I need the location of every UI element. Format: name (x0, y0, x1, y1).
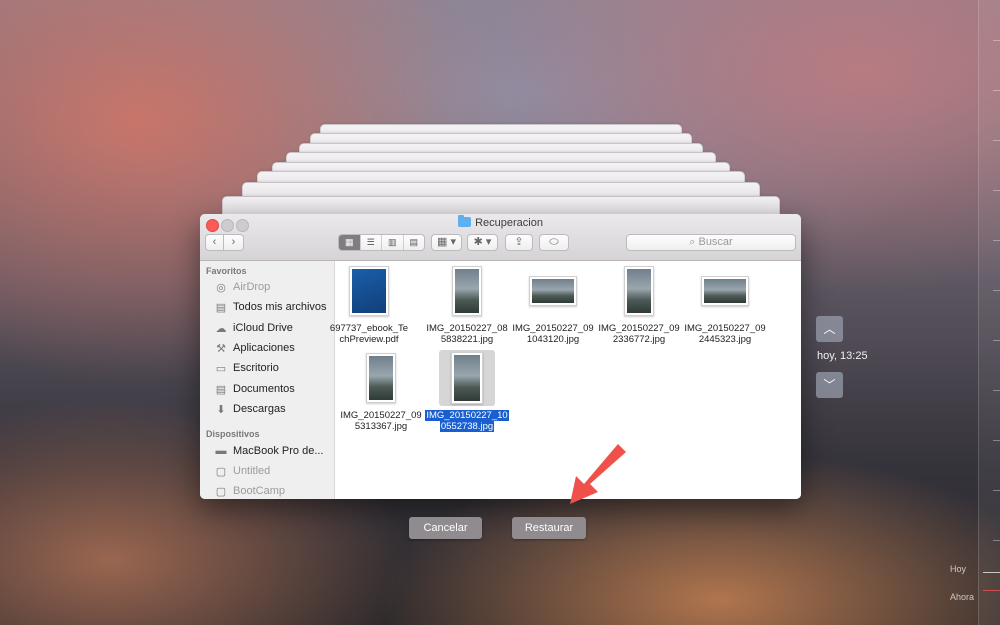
sidebar-item-downloads[interactable]: ⬇ Descargas (214, 400, 286, 418)
finder-window: Recuperacion ‹ › ▦ ☰ ▥ ▤ ▦ ▾ ✱ ▾ ⇪ ⬭ ⌕ B… (200, 214, 801, 499)
sidebar-item-untitled[interactable]: ▢ Untitled (214, 462, 271, 480)
image-icon (451, 352, 483, 404)
image-icon (529, 276, 577, 306)
window-title: Recuperacion (200, 215, 801, 229)
file-item[interactable]: IMG_20150227_09 1043120.jpg (509, 263, 597, 345)
all-files-icon: ▤ (215, 301, 227, 314)
desktop-icon: ▭ (215, 362, 227, 375)
file-thumbnail (439, 263, 495, 319)
sidebar-item-label: Todos mis archivos (233, 301, 327, 313)
image-icon (701, 276, 749, 306)
pointer-arrow-icon (570, 444, 626, 504)
file-name: 697737_ebook_Te chPreview.pdf (329, 323, 409, 345)
sidebar-item-desktop[interactable]: ▭ Escritorio (214, 359, 279, 377)
cloud-icon: ☁ (215, 322, 227, 335)
sidebar-item-label: Escritorio (233, 362, 279, 374)
list-view-icon[interactable]: ☰ (361, 235, 382, 250)
forward-button[interactable]: › (224, 234, 244, 251)
sidebar-heading-devices: Dispositivos (206, 429, 260, 439)
downloads-icon: ⬇ (216, 403, 226, 416)
file-item[interactable]: IMG_20150227_09 5313367.jpg (337, 350, 425, 432)
sidebar-item-label: MacBook Pro de... (233, 445, 324, 457)
file-item[interactable]: IMG_20150227_08 5838221.jpg (423, 263, 511, 345)
file-name: IMG_20150227_09 2445323.jpg (684, 323, 766, 345)
sidebar: Favoritos ◎ AirDrop ▤ Todos mis archivos ☁… (200, 261, 335, 499)
sidebar-item-all-files[interactable]: ▤ Todos mis archivos (214, 298, 327, 316)
file-thumbnail (353, 350, 409, 406)
sidebar-item-bootcamp[interactable]: ▢ BootCamp (214, 482, 285, 499)
file-name: IMG_20150227_08 5838221.jpg (426, 323, 508, 345)
sidebar-item-applications[interactable]: ⚒ Aplicaciones (214, 339, 295, 357)
file-thumbnail (341, 263, 397, 319)
file-item[interactable]: IMG_20150227_09 2336772.jpg (595, 263, 683, 345)
folder-icon (458, 215, 472, 227)
file-item-selected[interactable]: IMG_20150227_10 0552738.jpg (423, 350, 511, 432)
restore-button[interactable]: Restaurar (512, 517, 586, 539)
sidebar-item-documents[interactable]: ▤ Documentos (214, 380, 295, 398)
disk-icon: ▢ (215, 465, 227, 478)
timeline[interactable] (978, 0, 1000, 625)
icon-view-icon[interactable]: ▦ (339, 235, 361, 250)
cancel-button[interactable]: Cancelar (409, 517, 482, 539)
tags-button[interactable]: ⬭ (539, 234, 569, 251)
file-name: IMG_20150227_09 2336772.jpg (598, 323, 680, 345)
chevron-up-icon[interactable]: ︿ (816, 316, 843, 342)
image-icon (366, 353, 396, 403)
file-thumbnail (697, 263, 753, 319)
coverflow-view-icon[interactable]: ▤ (404, 235, 425, 250)
sidebar-item-label: Aplicaciones (233, 342, 295, 354)
action-gear-button[interactable]: ✱ ▾ (467, 234, 498, 251)
sidebar-item-label: BootCamp (233, 485, 285, 497)
file-name: IMG_20150227_09 1043120.jpg (512, 323, 594, 345)
sidebar-item-icloud-drive[interactable]: ☁ iCloud Drive (214, 319, 293, 337)
sidebar-item-label: Documentos (233, 383, 295, 395)
image-icon (452, 266, 482, 316)
file-name: IMG_20150227_10 0552738.jpg (425, 410, 509, 432)
airdrop-icon: ◎ (216, 281, 226, 294)
applications-icon: ⚒ (216, 342, 226, 355)
window-titlebar: Recuperacion ‹ › ▦ ☰ ▥ ▤ ▦ ▾ ✱ ▾ ⇪ ⬭ ⌕ B… (200, 214, 801, 261)
sidebar-item-macbook[interactable]: ▬ MacBook Pro de... (214, 442, 324, 460)
timeline-label-now: Ahora (950, 592, 975, 602)
file-thumbnail (439, 350, 495, 406)
laptop-icon: ▬ (215, 445, 227, 457)
chevron-down-icon[interactable]: ﹀ (816, 372, 843, 398)
sidebar-item-airdrop[interactable]: ◎ AirDrop (214, 278, 270, 296)
file-thumbnail (611, 263, 667, 319)
column-view-icon[interactable]: ▥ (382, 235, 404, 250)
share-button[interactable]: ⇪ (505, 234, 533, 251)
sidebar-item-label: AirDrop (233, 281, 271, 293)
disk-icon: ▢ (215, 485, 227, 498)
file-name: IMG_20150227_09 5313367.jpg (340, 410, 422, 432)
timeline-label-today: Hoy (950, 564, 967, 574)
snapshot-timestamp: hoy, 13:25 (817, 350, 868, 362)
sidebar-item-label: Descargas (233, 403, 286, 415)
file-item[interactable]: 697737_ebook_Te chPreview.pdf (325, 263, 413, 345)
back-button[interactable]: ‹ (205, 234, 224, 251)
sidebar-item-label: iCloud Drive (233, 322, 293, 334)
search-input[interactable]: ⌕ Buscar (626, 234, 796, 251)
sidebar-item-label: Untitled (233, 465, 271, 477)
window-title-text: Recuperacion (475, 217, 543, 229)
sidebar-heading-favorites: Favoritos (206, 266, 247, 276)
documents-icon: ▤ (215, 383, 227, 396)
arrange-button[interactable]: ▦ ▾ (431, 234, 462, 251)
file-thumbnail (525, 263, 581, 319)
file-item[interactable]: IMG_20150227_09 2445323.jpg (681, 263, 769, 345)
view-mode-selector: ▦ ☰ ▥ ▤ (338, 234, 425, 251)
image-icon (624, 266, 654, 316)
pdf-icon (349, 266, 389, 316)
